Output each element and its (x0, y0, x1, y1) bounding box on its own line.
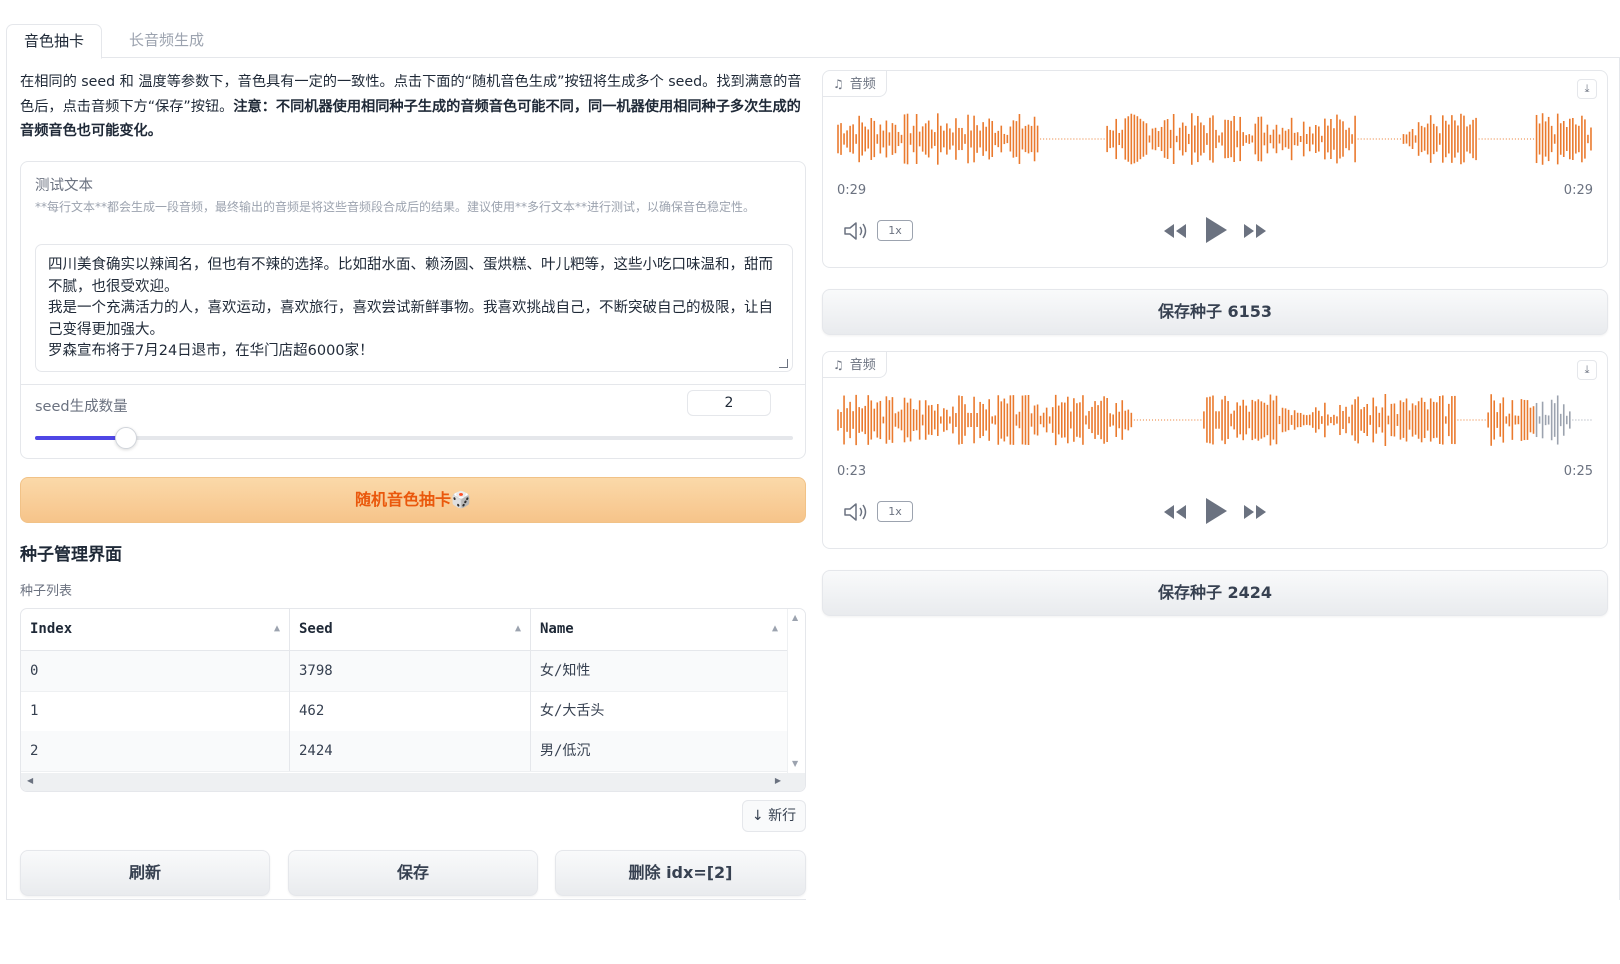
fast-forward-icon[interactable] (1243, 219, 1267, 243)
audio-label-text: 音频 (849, 358, 876, 373)
current-time: 0:23 (837, 464, 867, 479)
rewind-icon[interactable] (1163, 219, 1187, 243)
table-header: Index ▲ Seed ▲ Name ▲ (21, 609, 787, 651)
download-icon[interactable]: ⤓ (1577, 79, 1597, 99)
test-text-input[interactable]: 四川美食确实以辣闻名，但也有不辣的选择。比如甜水面、赖汤圆、蛋烘糕、叶儿粑等，这… (35, 244, 793, 372)
sort-icon[interactable]: ▲ (515, 609, 521, 649)
audio-label: ♫ 音频 (823, 352, 887, 378)
play-icon[interactable] (1203, 215, 1229, 245)
waveform[interactable] (837, 390, 1593, 450)
scroll-down-icon[interactable]: ▼ (792, 759, 798, 768)
test-text-info: **每行文本**都会生成一段音频，最终输出的音频是将这些音频段合成后的结果。建议… (35, 200, 756, 214)
waveform[interactable] (837, 109, 1593, 169)
tab-bar: 音色抽卡 长音频生成 (6, 24, 1620, 59)
sort-icon[interactable]: ▲ (772, 609, 778, 649)
fast-forward-icon[interactable] (1243, 500, 1267, 524)
cell-index[interactable]: 1 (21, 691, 289, 731)
cell-seed[interactable]: 2424 (289, 731, 530, 771)
seed-manager-title: 种子管理界面 (20, 545, 122, 565)
cell-index[interactable]: 0 (21, 651, 289, 691)
input-block: 测试文本 **每行文本**都会生成一段音频，最终输出的音频是将这些音频段合成后的… (20, 161, 806, 459)
cell-seed[interactable]: 3798 (289, 651, 530, 691)
scroll-right-icon[interactable]: ▶ (775, 776, 781, 785)
cell-name[interactable]: 男/低沉 (530, 731, 787, 771)
volume-icon[interactable] (843, 502, 869, 522)
music-note-icon: ♫ (833, 77, 844, 91)
seed-count-slider[interactable] (35, 427, 793, 449)
audio-player-2: ♫ 音频 ⤓ 0:23 0:25 1x (822, 351, 1608, 549)
header-index[interactable]: Index ▲ (21, 609, 289, 650)
slider-thumb[interactable] (114, 427, 137, 449)
audio-label-text: 音频 (849, 77, 876, 92)
table-row[interactable]: 0 3798 女/知性 (21, 651, 787, 692)
header-name-label: Name (540, 621, 574, 637)
play-icon[interactable] (1203, 496, 1229, 526)
save-seed-button-1[interactable]: 保存种子 6153 (822, 289, 1608, 335)
description: 在相同的 seed 和 温度等参数下，音色具有一定的一致性。点击下面的“随机音色… (20, 70, 806, 144)
seed-list-label: 种子列表 (20, 584, 73, 599)
vertical-scrollbar[interactable]: ▲ ▼ (787, 609, 805, 775)
random-timbre-button[interactable]: 随机音色抽卡🎲 (20, 477, 806, 523)
header-seed-label: Seed (299, 621, 333, 637)
cell-seed[interactable]: 462 (289, 691, 530, 731)
new-row-button[interactable]: ↓ 新行 (742, 800, 806, 832)
table-row[interactable]: 2 2424 男/低沉 (21, 731, 787, 772)
music-note-icon: ♫ (833, 358, 844, 372)
audio-label: ♫ 音频 (823, 71, 887, 97)
rewind-icon[interactable] (1163, 500, 1187, 524)
scroll-left-icon[interactable]: ◀ (27, 776, 33, 785)
playback-speed-button[interactable]: 1x (877, 501, 913, 522)
current-time: 0:29 (837, 183, 867, 198)
seed-count-label: seed生成数量 (35, 399, 128, 415)
save-button[interactable]: 保存 (288, 850, 538, 896)
header-name[interactable]: Name ▲ (530, 609, 787, 650)
seed-count-input[interactable]: 2 (687, 390, 771, 416)
header-seed[interactable]: Seed ▲ (289, 609, 530, 650)
tab-long-audio[interactable]: 长音频生成 (112, 24, 221, 58)
save-seed-button-2[interactable]: 保存种子 2424 (822, 570, 1608, 616)
divider (21, 384, 805, 385)
duration: 0:25 (1563, 464, 1593, 479)
playback-speed-button[interactable]: 1x (877, 220, 913, 241)
cell-name[interactable]: 女/知性 (530, 651, 787, 691)
audio-player-1: ♫ 音频 ⤓ 0:29 0:29 1x (822, 70, 1608, 268)
test-text-label: 测试文本 (35, 178, 93, 194)
header-index-label: Index (30, 621, 73, 637)
scroll-up-icon[interactable]: ▲ (792, 613, 798, 622)
sort-icon[interactable]: ▲ (274, 609, 280, 649)
resize-handle[interactable] (779, 359, 788, 368)
refresh-button[interactable]: 刷新 (20, 850, 270, 896)
seed-table: Index ▲ Seed ▲ Name ▲ 0 3798 女/知性 1 462 女/大… (20, 608, 806, 792)
delete-button[interactable]: 删除 idx=[2] (555, 850, 806, 896)
slider-fill (35, 436, 126, 440)
duration: 0:29 (1563, 183, 1593, 198)
tab-timbre-draw[interactable]: 音色抽卡 (6, 24, 103, 59)
download-icon[interactable]: ⤓ (1577, 360, 1597, 380)
table-row[interactable]: 1 462 女/大舌头 (21, 691, 787, 732)
volume-icon[interactable] (843, 221, 869, 241)
cell-name[interactable]: 女/大舌头 (530, 691, 787, 731)
cell-index[interactable]: 2 (21, 731, 289, 771)
horizontal-scrollbar[interactable]: ◀ ▶ (21, 773, 805, 791)
